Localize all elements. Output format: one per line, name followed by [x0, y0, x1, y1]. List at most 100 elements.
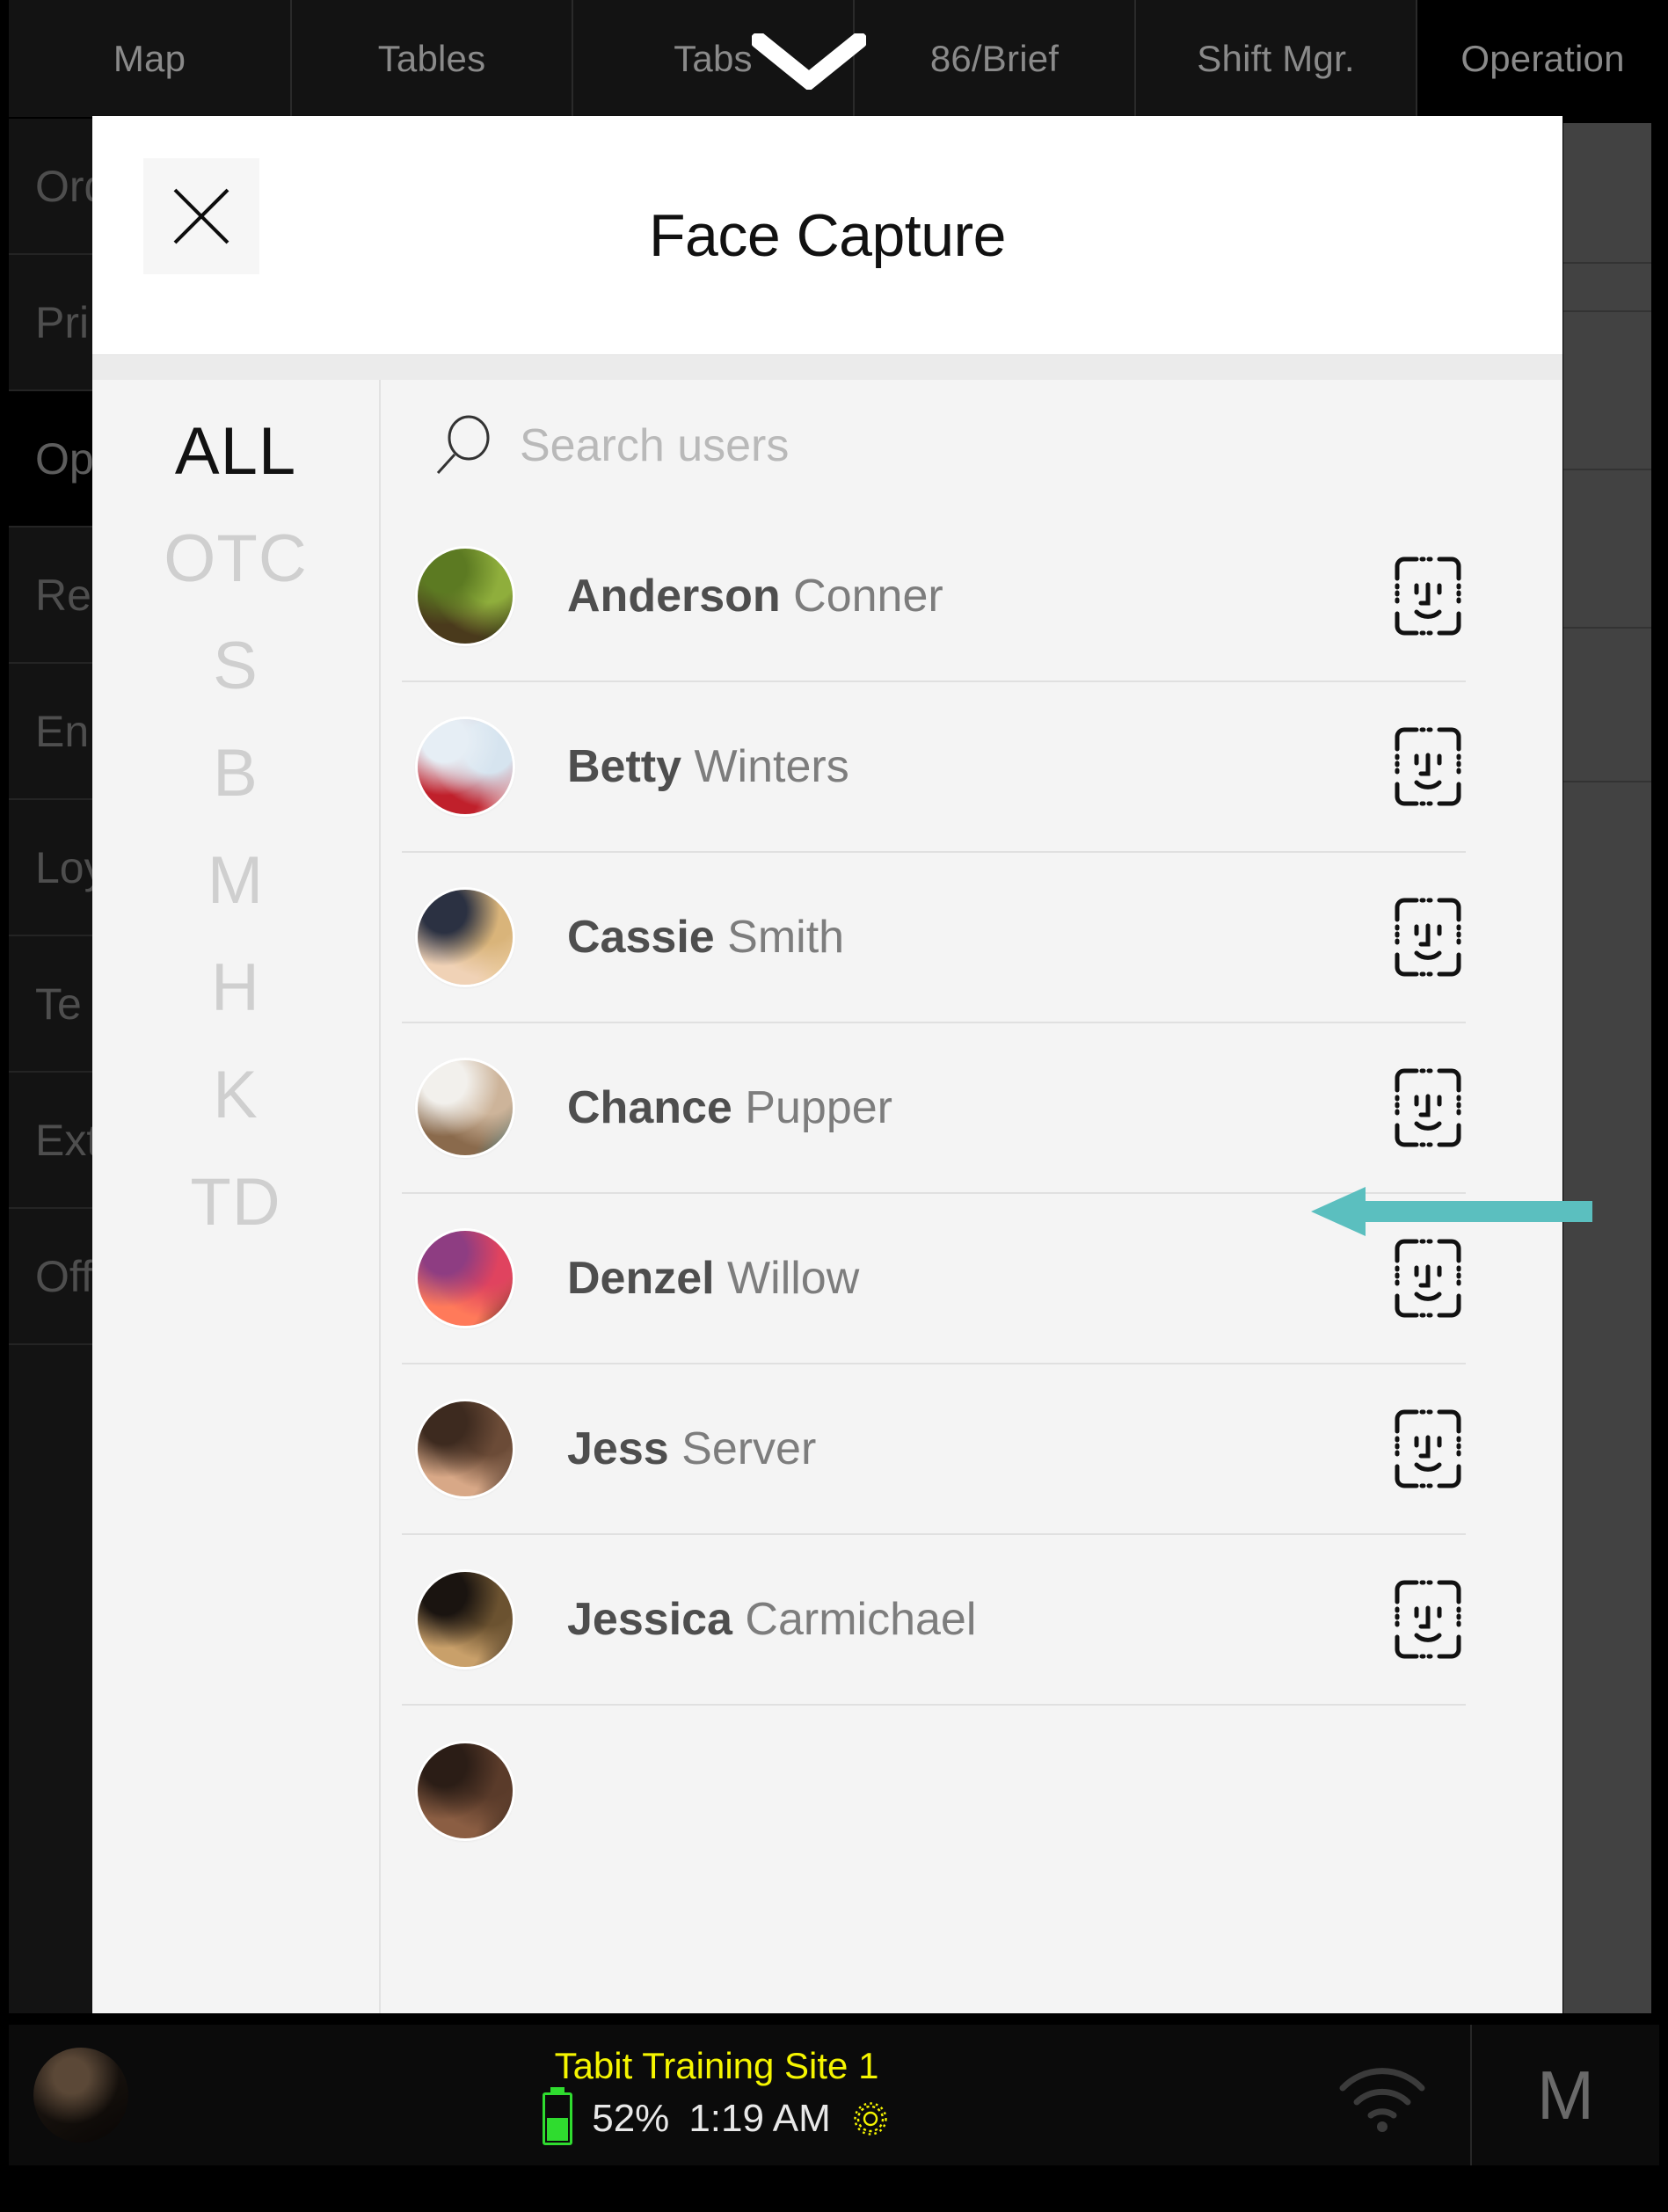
- user-first-name: Anderson: [567, 571, 781, 622]
- search-input[interactable]: [520, 419, 1188, 472]
- bg-menu-label: En: [35, 706, 90, 756]
- user-first-name: Betty: [567, 741, 682, 792]
- user-last-name: Server: [668, 1423, 817, 1474]
- letter-filter-b[interactable]: B: [92, 719, 379, 826]
- user-row[interactable]: Chance Pupper: [402, 1023, 1466, 1194]
- user-name: Betty Winters: [567, 740, 1394, 793]
- bg-right-cell: [1563, 470, 1651, 629]
- user-row[interactable]: [402, 1706, 1466, 1876]
- top-navigation-bar: Map Tables Tabs 86/Brief Shift Mgr. Oper…: [0, 0, 1668, 117]
- user-name: Denzel Willow: [567, 1252, 1394, 1305]
- user-row[interactable]: Denzel Willow: [402, 1194, 1466, 1364]
- user-list: Anderson Conner Betty Winters Cassie Smi…: [381, 512, 1562, 1876]
- modal-subbar: [92, 355, 1562, 380]
- user-row[interactable]: Anderson Conner: [402, 512, 1466, 682]
- tab-shift-mgr[interactable]: Shift Mgr.: [1136, 0, 1417, 117]
- letter-filter-label: H: [211, 950, 260, 1025]
- status-user-initial[interactable]: M: [1470, 2025, 1659, 2165]
- tab-tables[interactable]: Tables: [292, 0, 573, 117]
- avatar: [418, 1743, 513, 1838]
- user-name: Jessica Carmichael: [567, 1593, 1394, 1646]
- app-root: Map Tables Tabs 86/Brief Shift Mgr. Oper…: [0, 0, 1668, 2212]
- user-first-name: Cassie: [567, 912, 715, 963]
- user-last-name: Winters: [681, 741, 849, 792]
- tab-86-brief-label: 86/Brief: [929, 37, 1060, 79]
- background-right-panel: [1563, 123, 1651, 2018]
- face-capture-button[interactable]: [1394, 556, 1462, 637]
- user-last-name: Conner: [780, 571, 943, 622]
- user-first-name: Chance: [567, 1082, 732, 1133]
- face-capture-button[interactable]: [1394, 1408, 1462, 1489]
- user-name: Chance Pupper: [567, 1081, 1394, 1134]
- battery-icon: [543, 2092, 573, 2145]
- user-last-name: Carmichael: [732, 1594, 977, 1645]
- letter-filter-label: TD: [190, 1164, 281, 1240]
- time-label: 1:19 AM: [688, 2097, 831, 2140]
- user-last-name: Willow: [714, 1253, 860, 1304]
- user-name: Cassie Smith: [567, 911, 1394, 964]
- bg-menu-label: Op: [35, 433, 94, 484]
- user-row[interactable]: Cassie Smith: [402, 853, 1466, 1023]
- face-id-icon: [1395, 557, 1461, 636]
- battery-percent-label: 52%: [592, 2097, 670, 2140]
- letter-filter-m[interactable]: M: [92, 826, 379, 934]
- letter-filter-h[interactable]: H: [92, 934, 379, 1041]
- face-capture-button[interactable]: [1394, 1067, 1462, 1148]
- face-id-icon: [1395, 1068, 1461, 1147]
- tab-tabs[interactable]: Tabs: [573, 0, 855, 117]
- face-id-icon: [1395, 1239, 1461, 1318]
- tab-map[interactable]: Map: [9, 0, 292, 117]
- user-name: Anderson Conner: [567, 570, 1394, 622]
- modal-header: Face Capture: [92, 116, 1562, 355]
- face-capture-button[interactable]: [1394, 1579, 1462, 1660]
- status-bar: Tabit Training Site 1 52% 1:19 AM M: [0, 2013, 1668, 2212]
- wifi-icon[interactable]: [1334, 2049, 1431, 2137]
- avatar: [418, 890, 513, 985]
- user-name: Jess Server: [567, 1423, 1394, 1475]
- face-capture-button[interactable]: [1394, 726, 1462, 807]
- bg-right-cell: [1563, 629, 1651, 782]
- face-id-icon: [1395, 727, 1461, 806]
- letter-filter-label: K: [213, 1057, 259, 1132]
- user-first-name: Jess: [567, 1423, 669, 1474]
- tab-operation[interactable]: Operation: [1417, 0, 1668, 117]
- user-row[interactable]: Jessica Carmichael: [402, 1535, 1466, 1706]
- user-first-name: Jessica: [567, 1594, 732, 1645]
- bg-menu-label: Re: [35, 570, 91, 620]
- letter-filter-label: S: [213, 628, 259, 703]
- letter-filter-label: OTC: [164, 520, 308, 596]
- user-last-name: Pupper: [732, 1082, 892, 1133]
- gear-icon[interactable]: [850, 2099, 891, 2139]
- letter-filter-td[interactable]: TD: [92, 1148, 379, 1255]
- tab-map-label: Map: [113, 37, 186, 79]
- letter-filter-otc[interactable]: OTC: [92, 505, 379, 612]
- user-list-panel: Anderson Conner Betty Winters Cassie Smi…: [381, 380, 1562, 2026]
- modal-title: Face Capture: [649, 202, 1006, 269]
- user-row[interactable]: Jess Server: [402, 1364, 1466, 1535]
- letter-filter-label: M: [207, 842, 265, 918]
- face-capture-button[interactable]: [1394, 897, 1462, 978]
- bg-right-cell: [1563, 312, 1651, 470]
- user-first-name: Denzel: [567, 1253, 715, 1304]
- letter-filter-k[interactable]: K: [92, 1041, 379, 1148]
- tab-shift-mgr-label: Shift Mgr.: [1197, 37, 1355, 79]
- modal-body: ALL OTC S B M H K TD Anderson Conne: [92, 380, 1562, 2026]
- status-center: Tabit Training Site 1 52% 1:19 AM: [9, 2025, 1424, 2165]
- letter-filter-label: ALL: [174, 413, 297, 489]
- tab-operation-label: Operation: [1460, 37, 1625, 79]
- tab-86-brief[interactable]: 86/Brief: [855, 0, 1136, 117]
- avatar: [418, 1572, 513, 1667]
- bg-menu-label: Off: [35, 1251, 93, 1301]
- user-row[interactable]: Betty Winters: [402, 682, 1466, 853]
- letter-filter-s[interactable]: S: [92, 612, 379, 719]
- face-capture-modal: Face Capture ALL OTC S B M H K TD Search…: [92, 116, 1592, 2026]
- avatar: [418, 719, 513, 814]
- letter-filter-rail: ALL OTC S B M H K TD: [92, 380, 381, 2026]
- tab-tabs-label: Tabs: [674, 37, 753, 79]
- bg-right-cell: [1563, 123, 1651, 264]
- face-capture-button[interactable]: [1394, 1238, 1462, 1319]
- tab-tables-label: Tables: [377, 37, 486, 79]
- letter-filter-all[interactable]: ALL: [92, 397, 379, 505]
- letter-filter-label: B: [213, 735, 259, 811]
- user-last-name: Smith: [714, 912, 845, 963]
